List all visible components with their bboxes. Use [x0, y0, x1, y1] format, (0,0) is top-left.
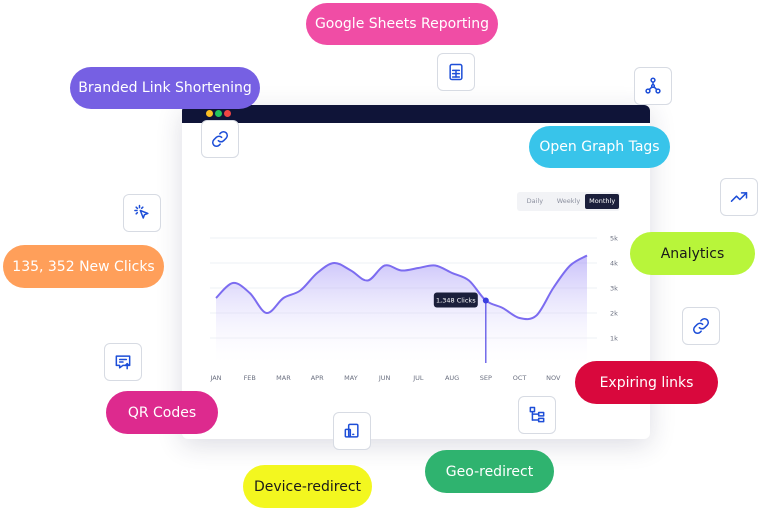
window-titlebar [182, 105, 650, 123]
x-tick-label: JAN [209, 374, 221, 382]
x-tick-label: APR [311, 374, 324, 382]
x-tick-label: OCT [513, 374, 527, 382]
open-graph-pill[interactable]: Open Graph Tags [529, 126, 670, 168]
google-sheets-pill[interactable]: Google Sheets Reporting [306, 3, 498, 45]
x-tick-label: MAR [276, 374, 291, 382]
y-tick-label: 5k [610, 235, 618, 243]
x-tick-label: JUL [412, 374, 424, 382]
x-tick-label: SEP [480, 374, 492, 382]
y-tick-label: 1k [610, 335, 618, 343]
x-tick-label: JUN [378, 374, 391, 382]
x-tick-label: FEB [244, 374, 256, 382]
device-redirect-pill[interactable]: Device-redirect [243, 465, 372, 508]
y-tick-label: 2k [610, 310, 618, 318]
spreadsheet-icon[interactable] [437, 53, 475, 91]
devices-icon[interactable] [333, 412, 371, 450]
link-icon[interactable] [682, 307, 720, 345]
trending-up-icon[interactable] [720, 178, 758, 216]
expiring-links-pill[interactable]: Expiring links [575, 361, 718, 404]
x-tick-label: MAY [344, 374, 358, 382]
nodes-icon[interactable] [634, 67, 672, 105]
message-upload-icon[interactable] [104, 343, 142, 381]
y-tick-label: 3k [610, 285, 618, 293]
window-dot-green[interactable] [215, 110, 222, 117]
geo-redirect-pill[interactable]: Geo-redirect [425, 450, 554, 493]
x-tick-label: NOV [546, 374, 561, 382]
window-dot-red[interactable] [224, 110, 231, 117]
cursor-click-icon[interactable] [123, 194, 161, 232]
window-dot-yellow[interactable] [206, 110, 213, 117]
y-tick-label: 4k [610, 260, 618, 268]
x-tick-label: AUG [445, 374, 459, 382]
tooltip-label: 1,348 Clicks [436, 297, 476, 305]
qr-codes-pill[interactable]: QR Codes [106, 391, 218, 434]
tooltip-marker-dot[interactable] [482, 297, 489, 304]
analytics-pill[interactable]: Analytics [630, 232, 755, 275]
new-clicks-pill: 135, 352 New Clicks [3, 245, 164, 288]
link-icon[interactable] [201, 120, 239, 158]
branded-link-pill[interactable]: Branded Link Shortening [70, 67, 260, 109]
hierarchy-icon[interactable] [518, 396, 556, 434]
area-fill [216, 255, 587, 363]
